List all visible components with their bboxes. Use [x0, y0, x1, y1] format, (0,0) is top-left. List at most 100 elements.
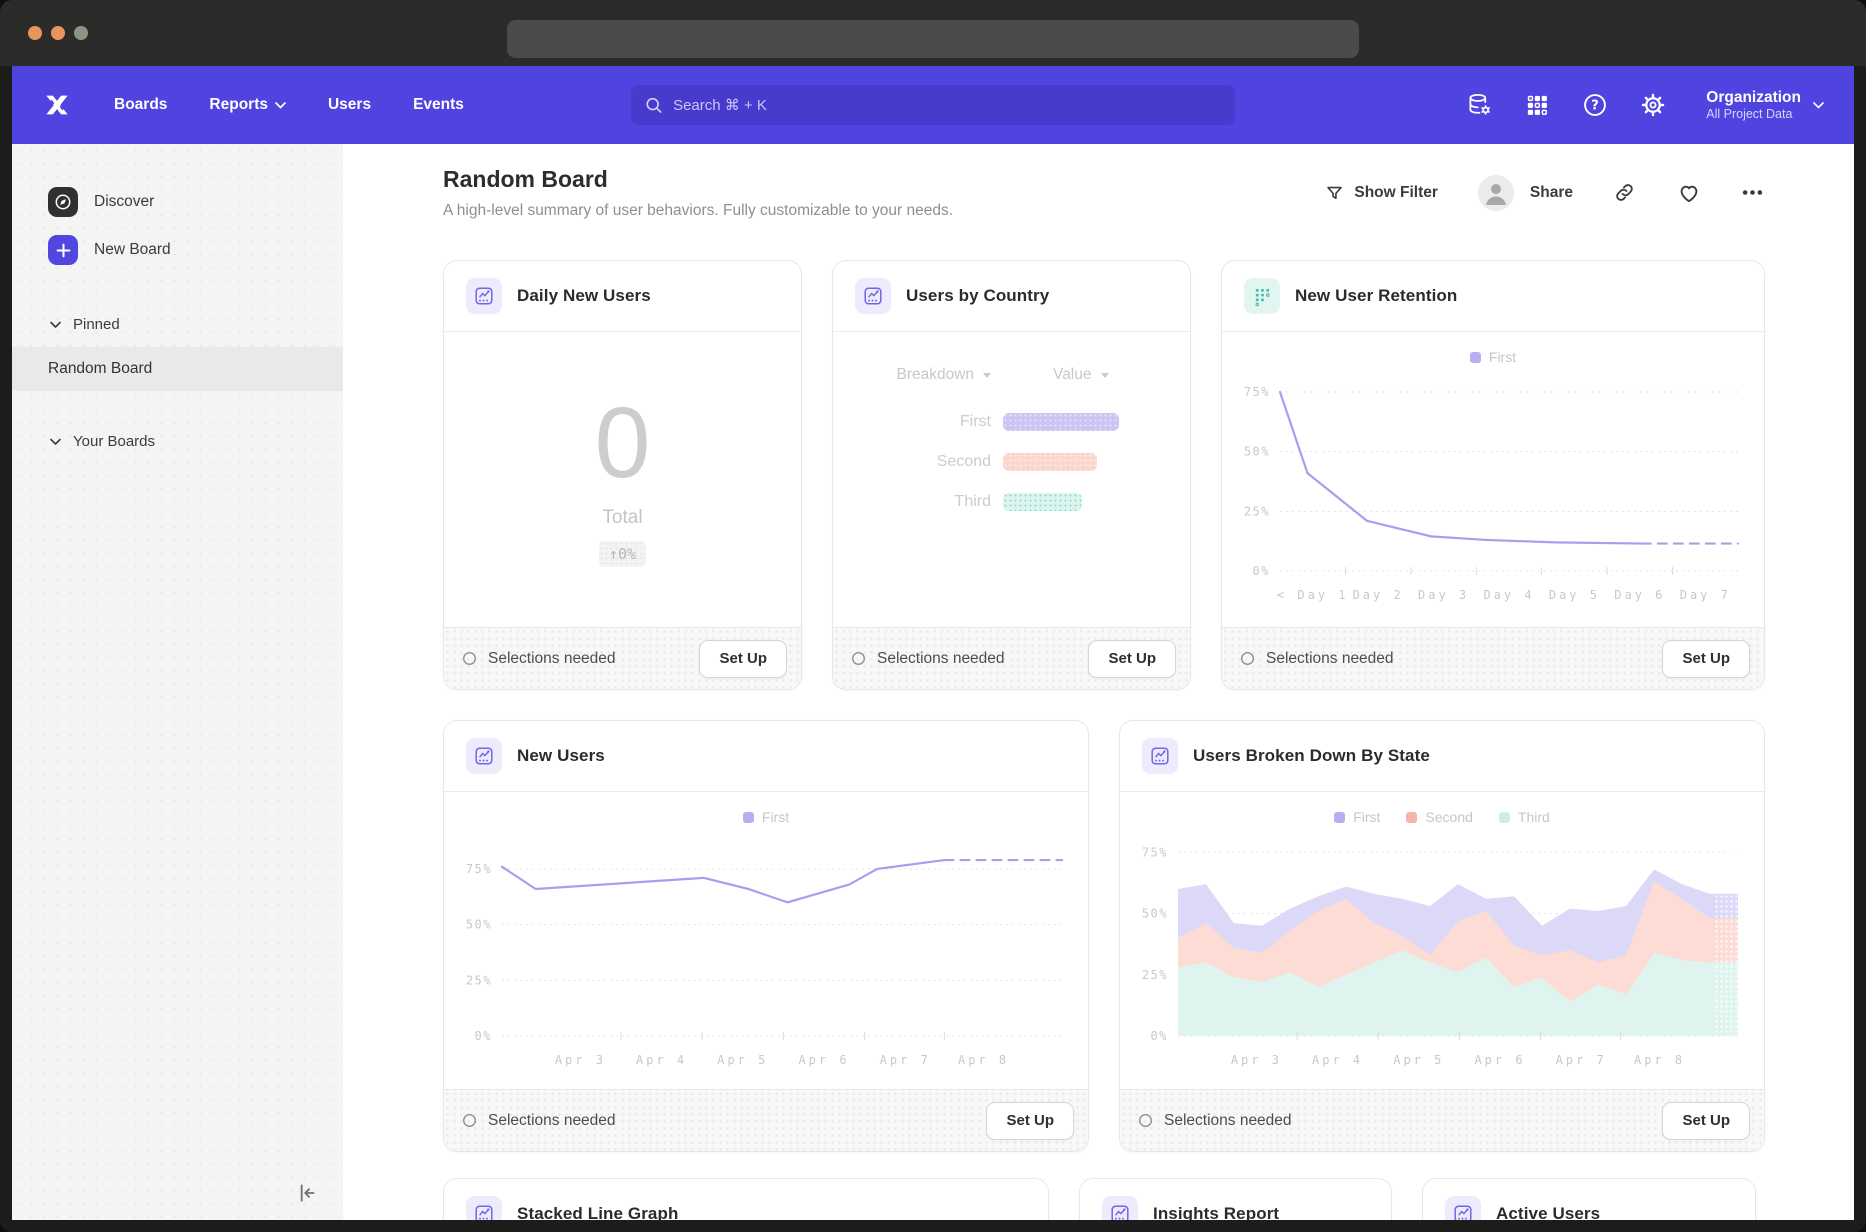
legend-label: Second	[1425, 809, 1472, 825]
nav-item-events[interactable]: Events	[413, 96, 464, 114]
data-management-icon[interactable]	[1466, 92, 1492, 118]
status-circle-icon	[462, 1113, 477, 1128]
global-search[interactable]	[631, 85, 1235, 125]
chart-legend: First	[1222, 348, 1764, 366]
collapse-sidebar-icon[interactable]	[293, 1180, 319, 1206]
legend-item[interactable]: Second	[1406, 808, 1472, 826]
insights-chart-icon	[466, 738, 502, 774]
app-window: Boards Reports Users Events	[12, 66, 1854, 1220]
filter-funnel-icon	[1325, 184, 1344, 203]
metric-label: Total	[602, 507, 642, 529]
sidebar: Discover New Board Pinned Random Board	[12, 144, 343, 1220]
card-title: Daily New Users	[517, 286, 651, 306]
card-title: Users Broken Down By State	[1193, 746, 1430, 766]
nav-item-reports[interactable]: Reports	[209, 96, 286, 114]
sidebar-item-label: Discover	[94, 193, 154, 211]
sidebar-section-pinned[interactable]: Pinned	[12, 316, 343, 333]
svg-text:0%: 0%	[475, 1029, 492, 1043]
insights-chart-icon	[466, 1196, 502, 1220]
copy-link-icon[interactable]	[1613, 181, 1637, 205]
retention-chart: 75%50%25%0%< Day 1Day 2Day 3Day 4Day 5Da…	[1222, 370, 1764, 605]
search-icon	[645, 96, 663, 115]
macos-window: Boards Reports Users Events	[0, 0, 1866, 1232]
traffic-lights	[28, 26, 88, 40]
value-column-dropdown[interactable]: Value	[1053, 366, 1109, 384]
search-input[interactable]	[673, 97, 1221, 114]
card-title: Users by Country	[906, 286, 1049, 306]
set-up-button[interactable]: Set Up	[1662, 1102, 1750, 1140]
card-active-users: Active Users	[1422, 1178, 1756, 1220]
metric-value: 0	[595, 393, 651, 493]
apps-grid-icon[interactable]	[1524, 92, 1550, 118]
legend-label: First	[1353, 809, 1380, 825]
browser-url-bar[interactable]	[507, 20, 1359, 58]
card-new-users: New Users First 75%50%25%0%Apr 3Apr 4Apr…	[443, 720, 1089, 1152]
more-options-icon[interactable]	[1741, 181, 1765, 205]
svg-text:75%: 75%	[1142, 845, 1168, 859]
insights-chart-icon	[1445, 1196, 1481, 1220]
nav-label: Users	[328, 96, 371, 114]
status-text: Selections needed	[1164, 1112, 1292, 1130]
sidebar-item-discover[interactable]: Discover	[12, 178, 343, 226]
set-up-button[interactable]: Set Up	[1662, 640, 1750, 678]
card-users-by-country: Users by Country Breakdown Value Fir	[832, 260, 1191, 690]
svg-text:75%: 75%	[1244, 385, 1270, 399]
window-zoom-button[interactable]	[74, 26, 88, 40]
svg-text:Apr 3: Apr 3	[555, 1053, 606, 1067]
legend-item[interactable]: First	[1470, 348, 1516, 366]
delta-badge: ↑0%	[599, 541, 646, 567]
window-close-button[interactable]	[28, 26, 42, 40]
share-button[interactable]: Share	[1478, 175, 1573, 211]
card-title: Active Users	[1496, 1204, 1600, 1220]
legend-item[interactable]: First	[1334, 808, 1380, 826]
chart-legend: First Second Third	[1120, 808, 1764, 826]
legend-swatch	[1470, 352, 1481, 363]
state-area-chart: 75%50%25%0%Apr 3Apr 4Apr 5Apr 6Apr 7Apr …	[1120, 830, 1764, 1070]
svg-text:25%: 25%	[1142, 968, 1168, 982]
set-up-button[interactable]: Set Up	[699, 640, 787, 678]
card-stacked-line-graph: Stacked Line Graph	[443, 1178, 1049, 1220]
breakdown-row: First	[833, 402, 1190, 442]
sidebar-item-random-board[interactable]: Random Board	[12, 347, 343, 391]
value-bar	[1003, 453, 1097, 471]
org-project: All Project Data	[1706, 107, 1792, 123]
sidebar-item-new-board[interactable]: New Board	[12, 226, 343, 274]
status-circle-icon	[851, 651, 866, 666]
share-label: Share	[1530, 184, 1573, 202]
svg-text:Day 6: Day 6	[1614, 588, 1665, 602]
settings-gear-icon[interactable]	[1640, 92, 1666, 118]
legend-item[interactable]: Third	[1499, 808, 1550, 826]
svg-text:Day 2: Day 2	[1353, 588, 1404, 602]
user-avatar[interactable]	[1478, 175, 1514, 211]
card-title: New Users	[517, 746, 605, 766]
nav-label: Reports	[209, 96, 268, 114]
svg-text:< Day 1: < Day 1	[1277, 588, 1349, 602]
show-filter-button[interactable]: Show Filter	[1325, 184, 1438, 203]
nav-item-boards[interactable]: Boards	[114, 96, 167, 114]
legend-label: First	[762, 809, 789, 825]
page-title: Random Board	[443, 166, 953, 193]
favorite-heart-icon[interactable]	[1677, 181, 1701, 205]
card-title: New User Retention	[1295, 286, 1457, 306]
nav-item-users[interactable]: Users	[328, 96, 371, 114]
card-title: Insights Report	[1153, 1204, 1279, 1220]
svg-text:Apr 8: Apr 8	[1634, 1053, 1685, 1067]
navbar-right: ? Organization All Project Data	[1466, 88, 1824, 123]
top-navbar: Boards Reports Users Events	[12, 66, 1854, 144]
status-text: Selections needed	[488, 1112, 616, 1130]
window-minimize-button[interactable]	[51, 26, 65, 40]
board-actions: Show Filter Share	[1325, 175, 1765, 211]
help-icon[interactable]: ?	[1582, 92, 1608, 118]
svg-text:Apr 3: Apr 3	[1231, 1053, 1282, 1067]
legend-label: First	[1489, 349, 1516, 365]
svg-text:Apr 5: Apr 5	[1393, 1053, 1444, 1067]
set-up-button[interactable]: Set Up	[986, 1102, 1074, 1140]
svg-text:25%: 25%	[466, 973, 492, 987]
breakdown-column-dropdown[interactable]: Breakdown	[896, 366, 991, 384]
legend-swatch	[1334, 812, 1345, 823]
set-up-button[interactable]: Set Up	[1088, 640, 1176, 678]
mixpanel-logo[interactable]	[42, 89, 74, 121]
org-switcher[interactable]: Organization All Project Data	[1706, 88, 1824, 123]
sidebar-section-your-boards[interactable]: Your Boards	[12, 433, 343, 450]
legend-item[interactable]: First	[743, 808, 789, 826]
